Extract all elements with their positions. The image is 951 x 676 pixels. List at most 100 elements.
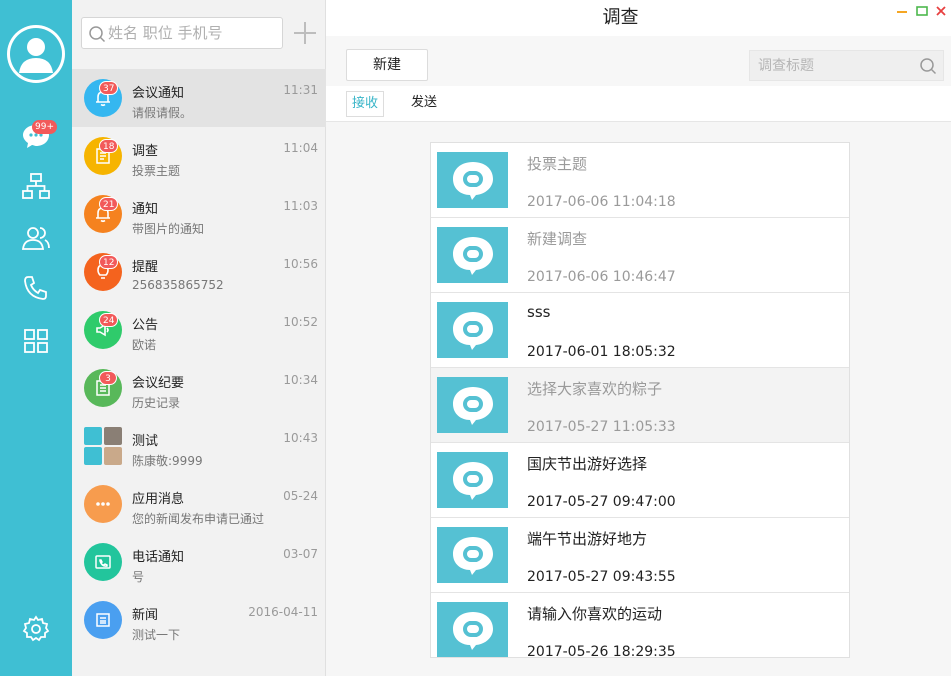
unread-badge: 3 — [99, 371, 117, 385]
conversation-time: 03-07 — [283, 547, 318, 561]
add-icon[interactable] — [292, 20, 318, 46]
conversation-time: 11:04 — [283, 141, 318, 155]
survey-item[interactable]: 端午节出游好地方 2017-05-27 09:43:55 — [431, 518, 849, 593]
conversation-item[interactable]: 12 提醒 256835865752 10:56 — [72, 243, 326, 301]
conversation-title: 提醒 — [132, 260, 159, 275]
conversation-time: 10:34 — [283, 373, 318, 387]
conversation-preview: 带图片的通知 — [132, 222, 205, 236]
survey-item[interactable]: 选择大家喜欢的粽子 2017-05-27 11:05:33 — [431, 368, 849, 443]
survey-thumbnail — [437, 452, 508, 508]
conversation-preview: 256835865752 — [132, 278, 224, 292]
contact-search-box[interactable] — [81, 17, 283, 49]
main-panel: 调查 新建 接收 发送 投票主题2017-06-06 11:04:1 — [326, 0, 951, 676]
more-icon — [84, 485, 122, 523]
survey-time: 2017-06-06 11:04:18 — [527, 194, 676, 210]
org-chart-icon[interactable] — [18, 168, 54, 204]
survey-title: sss — [527, 303, 551, 321]
survey-thumbnail — [437, 377, 508, 433]
survey-search-box[interactable] — [749, 50, 944, 81]
user-avatar[interactable] — [7, 25, 65, 83]
survey-thumbnail — [437, 302, 508, 358]
conversation-preview: 请假请假。 — [132, 106, 193, 120]
survey-thumbnail — [437, 227, 508, 283]
survey-time: 2017-05-27 11:05:33 — [527, 419, 676, 435]
conversation-pane: 37 会议通知请假请假。 11:31 18 调查投票主题 11:04 21 通知带图片的通知 1… — [72, 0, 326, 676]
conversation-time: 10:43 — [283, 431, 318, 445]
unread-badge: 21 — [99, 197, 119, 211]
close-icon[interactable] — [934, 4, 948, 18]
conversation-title: 应用消息 — [132, 492, 185, 507]
link-icon — [452, 162, 493, 200]
conversation-item[interactable]: 21 通知带图片的通知 11:03 — [72, 185, 326, 243]
link-icon — [452, 237, 493, 275]
conversation-list: 37 会议通知 请假请假。 11:31 18 调查 投票主题 11:04 21 通知 带图片的通知 1… — [72, 69, 326, 649]
conversation-title: 会议通知 — [132, 86, 185, 101]
survey-title: 投票主题 — [527, 155, 588, 173]
survey-time: 2017-05-27 09:43:55 — [527, 569, 676, 585]
unread-badge: 18 — [99, 139, 119, 153]
conversation-preview: 投票主题 — [132, 164, 181, 178]
survey-list: 投票主题 2017-06-06 11:04:18 新建调查 2017-06-06 10… — [430, 142, 850, 658]
survey-item[interactable]: sss 2017-06-01 18:05:32 — [431, 293, 849, 368]
app-window: 99+ 姓名 职位 手机号 37 会议通知 请假请假。 11:31 18 调查 … — [0, 0, 951, 676]
conversation-item[interactable]: 应用消息您的新闻发布申请已通过 05-24 — [72, 475, 326, 533]
tab-bar: 接收 发送 — [326, 86, 951, 122]
maximize-icon[interactable] — [915, 4, 929, 18]
contacts-icon[interactable] — [18, 220, 54, 256]
tab-send[interactable]: 发送 — [406, 91, 442, 117]
survey-thumbnail — [437, 602, 508, 657]
conversation-time: 11:31 — [283, 83, 318, 97]
survey-time: 2017-06-01 18:05:32 — [527, 344, 676, 360]
conversation-item[interactable]: 电话通知号 03-07 — [72, 533, 326, 591]
contact-search-input[interactable] — [108, 18, 280, 48]
survey-item[interactable]: 请输入你喜欢的运动 2017-05-26 18:29:35 — [431, 593, 849, 658]
link-icon — [452, 387, 493, 425]
survey-item[interactable]: 国庆节出游好选择 2017-05-27 09:47:00 — [431, 443, 849, 518]
conversation-preview: 欧诺 — [132, 338, 157, 352]
link-icon — [452, 537, 493, 575]
conversation-item[interactable]: 3 会议纪要 历史记录 10:34 — [72, 359, 326, 417]
phone-card-icon — [84, 543, 122, 581]
conversation-item[interactable]: 测试 陈康敬:9999 10:43 — [72, 417, 326, 475]
survey-search-input[interactable] — [758, 51, 908, 80]
conversation-time: 10:52 — [283, 315, 318, 329]
group-avatar — [84, 427, 122, 465]
conversation-time: 2016-04-11 — [248, 605, 318, 619]
search-icon[interactable] — [919, 57, 937, 75]
survey-title: 端午节出游好地方 — [527, 530, 648, 548]
side-rail: 99+ — [0, 0, 72, 676]
link-icon — [452, 462, 493, 500]
settings-icon[interactable] — [18, 611, 54, 647]
search-icon — [89, 26, 106, 43]
minimize-icon[interactable] — [895, 4, 909, 18]
conversation-title: 公告 — [132, 318, 159, 333]
survey-item[interactable]: 新建调查 2017-06-06 10:46:47 — [431, 218, 849, 293]
unread-badge: 24 — [99, 313, 119, 327]
conversation-title: 新闻 — [132, 608, 159, 623]
conversation-preview: 您的新闻发布申请已通过 — [132, 512, 265, 526]
conversation-time: 05-24 — [283, 489, 318, 503]
survey-time: 2017-05-27 09:47:00 — [527, 494, 676, 510]
phone-icon[interactable] — [18, 270, 54, 306]
content-area: 投票主题 2017-06-06 11:04:18 新建调查 2017-06-06 10… — [326, 122, 951, 676]
survey-time: 2017-05-26 18:29:35 — [527, 644, 676, 658]
new-survey-button[interactable]: 新建 — [346, 49, 428, 81]
tab-receive[interactable]: 接收 — [346, 91, 385, 117]
conversation-title: 会议纪要 — [132, 376, 185, 391]
conversation-item[interactable]: 18 调查 投票主题 11:04 — [72, 127, 326, 185]
survey-thumbnail — [437, 152, 508, 208]
conversation-time: 10:56 — [283, 257, 318, 271]
survey-title: 国庆节出游好选择 — [527, 455, 648, 473]
apps-grid-icon[interactable] — [18, 323, 54, 359]
conversation-title: 通知 — [132, 202, 159, 217]
conversation-item[interactable]: 24 公告欧诺 10:52 — [72, 301, 326, 359]
survey-title: 新建调查 — [527, 230, 588, 248]
survey-title: 选择大家喜欢的粽子 — [527, 380, 663, 398]
survey-item[interactable]: 投票主题 2017-06-06 11:04:18 — [431, 143, 849, 218]
conversation-item[interactable]: 37 会议通知 请假请假。 11:31 — [72, 69, 326, 127]
conversation-time: 11:03 — [283, 199, 318, 213]
survey-thumbnail — [437, 527, 508, 583]
toolbar: 新建 — [326, 36, 951, 86]
conversation-preview: 陈康敬:9999 — [132, 454, 203, 468]
conversation-item[interactable]: 新闻 测试一下 2016-04-11 — [72, 591, 326, 649]
